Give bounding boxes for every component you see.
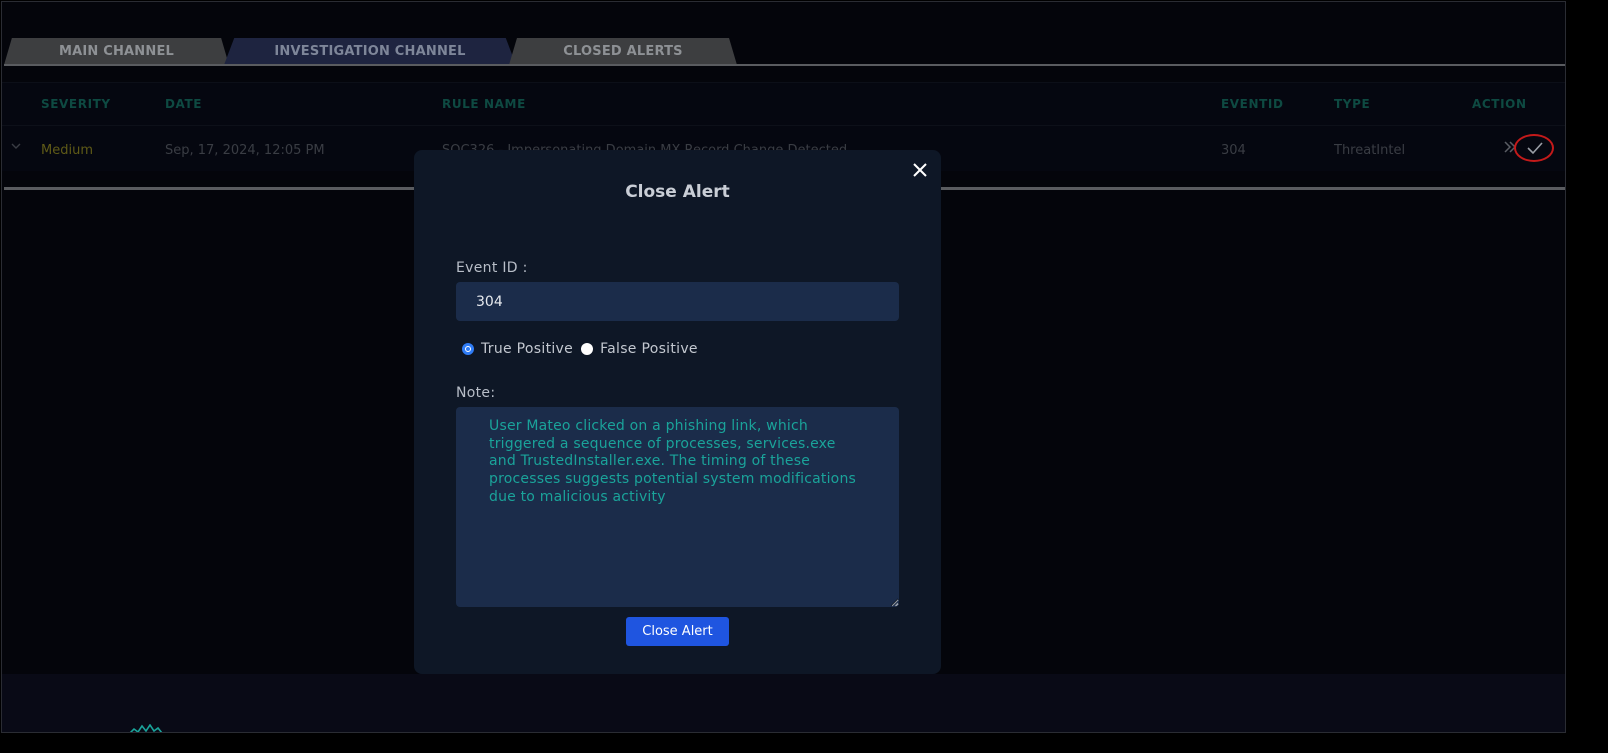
false-positive-label[interactable]: False Positive — [600, 341, 698, 357]
modal-title: Close Alert — [625, 182, 730, 202]
tab-investigation-channel[interactable]: INVESTIGATION CHANNEL — [224, 38, 516, 65]
app-frame: MAIN CHANNEL INVESTIGATION CHANNEL CLOSE… — [1, 1, 1566, 733]
close-alert-button[interactable]: Close Alert — [626, 617, 729, 646]
tab-divider — [4, 64, 1565, 66]
cell-date: Sep, 17, 2024, 12:05 PM — [165, 143, 325, 158]
note-label: Note: — [456, 385, 496, 401]
tab-bar: MAIN CHANNEL INVESTIGATION CHANNEL CLOSE… — [2, 2, 1565, 66]
cell-type: ThreatIntel — [1334, 143, 1406, 158]
tab-main-channel[interactable]: MAIN CHANNEL — [4, 38, 229, 65]
logo-wave-icon — [130, 724, 162, 732]
header-eventid: EVENTID — [1221, 97, 1284, 111]
false-positive-radio[interactable] — [581, 343, 594, 355]
tab-closed-alerts[interactable]: CLOSED ALERTS — [509, 38, 737, 65]
table-header: SEVERITY DATE RULE NAME EVENTID TYPE ACT… — [2, 82, 1565, 125]
event-id-label: Event ID : — [456, 260, 528, 276]
note-textarea[interactable]: User Mateo clicked on a phishing link, w… — [456, 407, 899, 607]
true-positive-label[interactable]: True Positive — [481, 341, 573, 357]
footer-band — [2, 674, 1565, 732]
true-positive-radio[interactable] — [462, 343, 474, 355]
verdict-radio-group: True Positive False Positive — [462, 341, 706, 357]
header-action: ACTION — [1472, 97, 1527, 111]
checkmark-icon — [1527, 142, 1543, 155]
close-alert-action-button[interactable] — [1514, 134, 1554, 162]
resize-handle-icon[interactable] — [891, 599, 899, 607]
header-rule-name: RULE NAME — [442, 97, 526, 111]
cell-severity: Medium — [41, 143, 93, 158]
header-severity: SEVERITY — [41, 97, 111, 111]
cell-eventid: 304 — [1221, 143, 1246, 158]
close-icon[interactable] — [911, 161, 929, 179]
header-type: TYPE — [1334, 97, 1371, 111]
header-date: DATE — [165, 97, 203, 111]
event-id-field[interactable] — [456, 282, 899, 321]
close-alert-modal: Close Alert Event ID : True Positive Fal… — [414, 150, 941, 674]
chevron-down-icon[interactable] — [10, 140, 22, 152]
